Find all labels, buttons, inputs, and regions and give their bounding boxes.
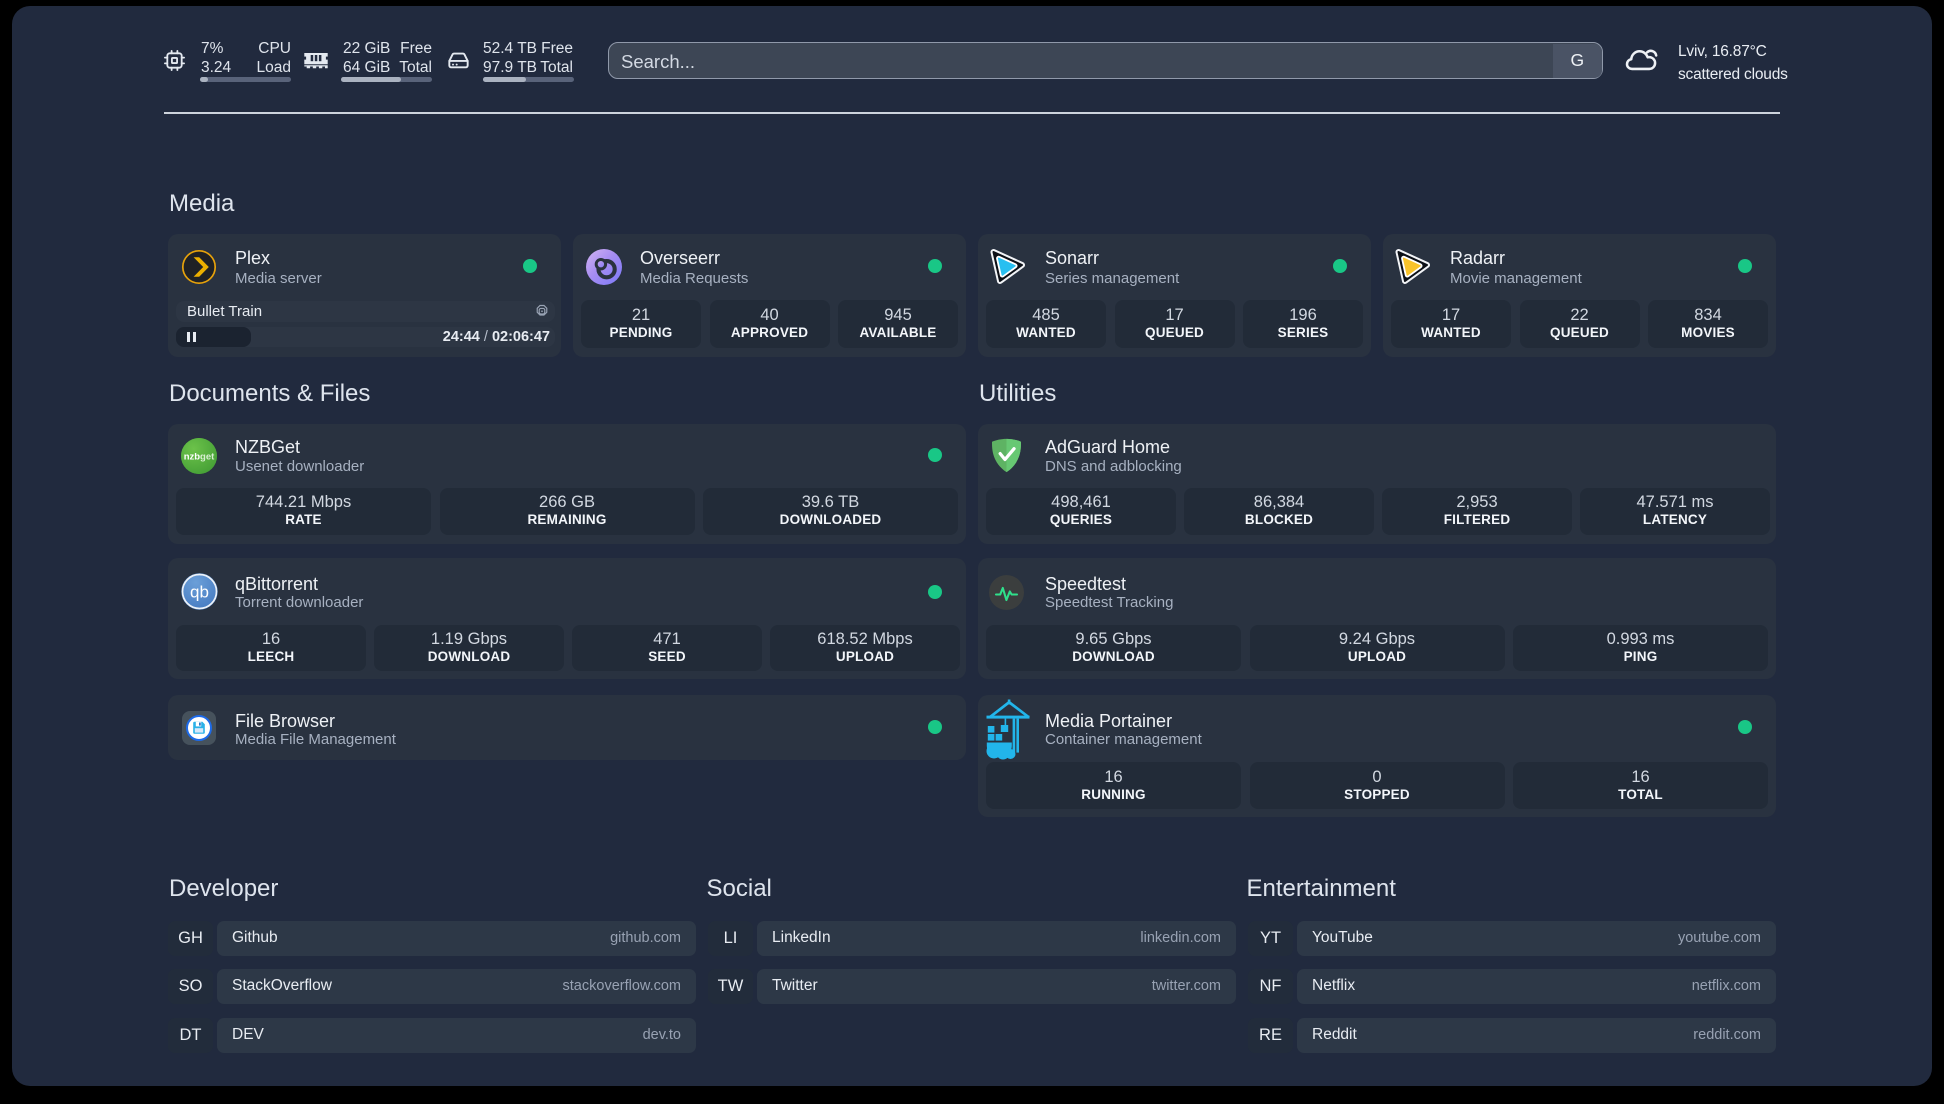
svg-text:nzbget: nzbget — [184, 452, 215, 463]
svg-text:qb: qb — [190, 583, 209, 602]
